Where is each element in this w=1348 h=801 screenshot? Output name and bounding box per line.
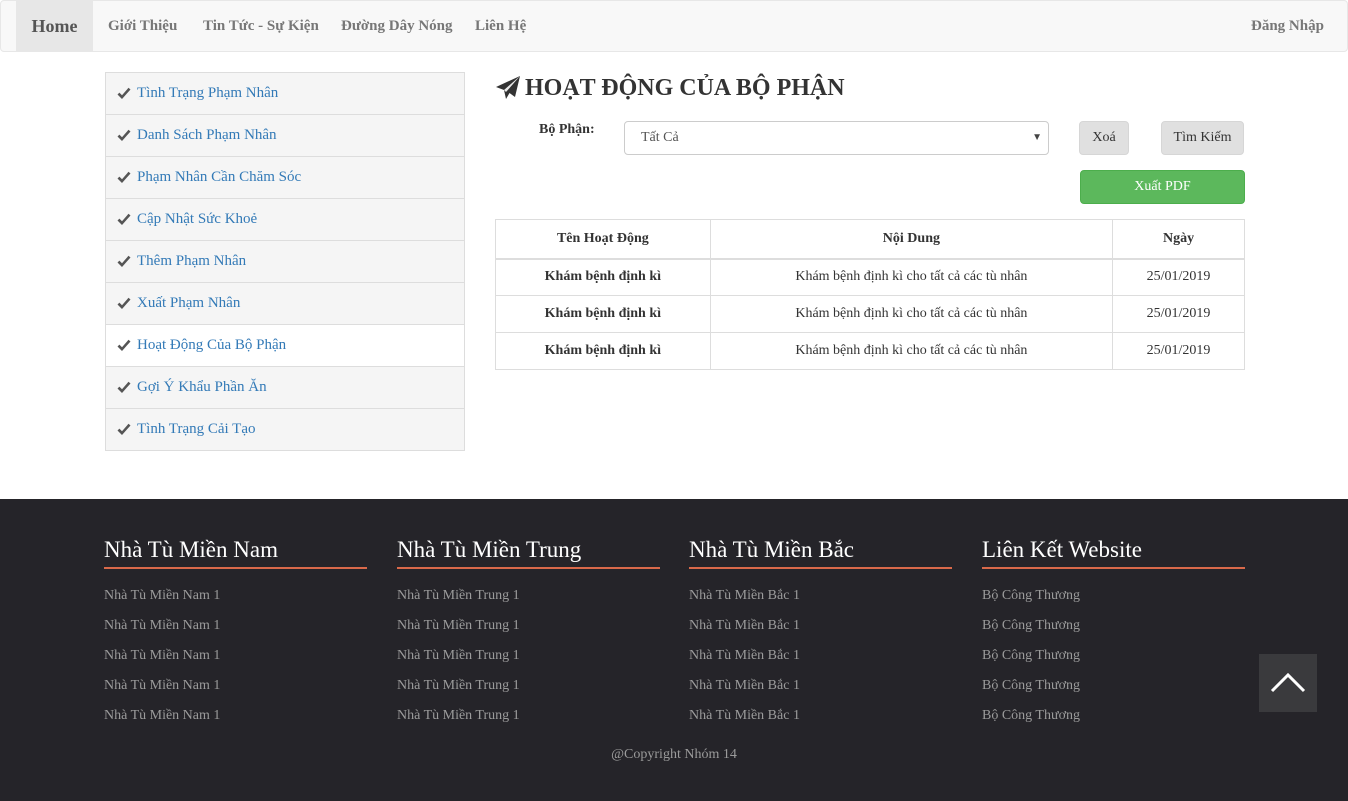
sidebar-item-xuat-pham-nhan[interactable]: Xuất Phạm Nhân: [105, 282, 465, 325]
footer-link[interactable]: Bộ Công Thương: [982, 611, 1245, 641]
sidebar-item-label: Danh Sách Phạm Nhân: [137, 127, 277, 143]
table-row: Khám bệnh định kì Khám bệnh định kì cho …: [495, 332, 1245, 370]
sidebar-item-label: Tình Trạng Phạm Nhân: [137, 85, 279, 101]
top-navbar: Home Giới Thiệu Tin Tức - Sự Kiện Đường …: [0, 0, 1348, 52]
footer-link[interactable]: Bộ Công Thương: [982, 701, 1245, 731]
footer-link[interactable]: Nhà Tù Miền Bắc 1: [689, 611, 952, 641]
footer-column-central: Nhà Tù Miền Trung Nhà Tù Miền Trung 1 Nh…: [397, 537, 660, 731]
check-icon: [117, 381, 131, 393]
nav-item-duong-day-nong[interactable]: Đường Dây Nóng: [341, 1, 453, 51]
footer-link[interactable]: Bộ Công Thương: [982, 671, 1245, 701]
footer-link[interactable]: Nhà Tù Miền Bắc 1: [689, 581, 952, 611]
activity-date-cell: 25/01/2019: [1112, 295, 1245, 333]
sidebar-item-tinh-trang-cai-tao[interactable]: Tình Trạng Cải Tạo: [105, 408, 465, 451]
copyright-text: @Copyright Nhóm 14: [611, 747, 737, 762]
footer-link[interactable]: Nhà Tù Miền Nam 1: [104, 611, 367, 641]
activity-name-cell: Khám bệnh định kì: [495, 295, 711, 333]
export-pdf-button[interactable]: Xuất PDF: [1080, 170, 1245, 204]
activity-content-cell: Khám bệnh định kì cho tất cả các tù nhân: [709, 332, 1114, 370]
sidebar-item-tinh-trang-pham-nhan[interactable]: Tình Trạng Phạm Nhân: [105, 72, 465, 115]
footer-column-south: Nhà Tù Miền Nam Nhà Tù Miền Nam 1 Nhà Tù…: [104, 537, 367, 731]
sidebar-item-label: Xuất Phạm Nhân: [137, 295, 241, 311]
check-icon: [117, 339, 131, 351]
footer-link[interactable]: Nhà Tù Miền Trung 1: [397, 581, 660, 611]
activity-content-cell: Khám bệnh định kì cho tất cả các tù nhân: [709, 258, 1114, 296]
footer-link[interactable]: Nhà Tù Miền Trung 1: [397, 611, 660, 641]
nav-item-lien-he[interactable]: Liên Hệ: [475, 1, 526, 51]
footer-heading: Nhà Tù Miền Trung: [397, 537, 660, 569]
chevron-up-icon: [1270, 672, 1306, 693]
sidebar-item-label: Thêm Phạm Nhân: [137, 253, 247, 269]
delete-button[interactable]: Xoá: [1079, 121, 1129, 155]
footer-link[interactable]: Nhà Tù Miền Trung 1: [397, 641, 660, 671]
caret-down-icon: ▼: [1032, 132, 1042, 143]
nav-item-tin-tuc[interactable]: Tin Tức - Sự Kiện: [203, 1, 319, 51]
sidebar-item-hoat-dong-bo-phan[interactable]: Hoạt Động Của Bộ Phận: [105, 324, 465, 367]
search-button[interactable]: Tìm Kiếm: [1161, 121, 1244, 155]
department-select-value: Tất Cả: [641, 130, 679, 145]
sidebar-item-label: Gợi Ý Khẩu Phần Ăn: [137, 379, 267, 395]
check-icon: [117, 213, 131, 225]
footer-link[interactable]: Nhà Tù Miền Trung 1: [397, 671, 660, 701]
scroll-to-top-button[interactable]: [1259, 654, 1317, 712]
department-label: Bộ Phận:: [539, 122, 595, 137]
footer-link[interactable]: Bộ Công Thương: [982, 581, 1245, 611]
footer-link[interactable]: Nhà Tù Miền Bắc 1: [689, 641, 952, 671]
table-header-row: Tên Hoạt Động Nội Dung Ngày: [495, 219, 1245, 260]
column-header-date: Ngày: [1112, 219, 1245, 260]
column-header-activity-name: Tên Hoạt Động: [495, 219, 711, 260]
login-link[interactable]: Đăng Nhập: [1251, 1, 1324, 51]
sidebar-menu: Tình Trạng Phạm Nhân Danh Sách Phạm Nhân…: [105, 72, 465, 451]
page-title-text: HOẠT ĐỘNG CỦA BỘ PHẬN: [525, 74, 845, 101]
footer-heading: Nhà Tù Miền Nam: [104, 537, 367, 569]
check-icon: [117, 297, 131, 309]
footer-link[interactable]: Nhà Tù Miền Nam 1: [104, 701, 367, 731]
table-row: Khám bệnh định kì Khám bệnh định kì cho …: [495, 258, 1245, 296]
sidebar-item-label: Phạm Nhân Cần Chăm Sóc: [137, 169, 302, 185]
column-header-content: Nội Dung: [709, 219, 1114, 260]
check-icon: [117, 171, 131, 183]
footer-link[interactable]: Nhà Tù Miền Bắc 1: [689, 671, 952, 701]
footer-link[interactable]: Nhà Tù Miền Trung 1: [397, 701, 660, 731]
footer-link[interactable]: Nhà Tù Miền Bắc 1: [689, 701, 952, 731]
department-select[interactable]: Tất Cả ▼: [624, 121, 1049, 155]
paper-plane-icon: [496, 76, 520, 99]
footer-heading: Liên Kết Website: [982, 537, 1245, 569]
activity-content-cell: Khám bệnh định kì cho tất cả các tù nhân: [709, 295, 1114, 333]
footer-heading: Nhà Tù Miền Bắc: [689, 537, 952, 569]
sidebar-item-label: Cập Nhật Sức Khoẻ: [137, 211, 258, 227]
sidebar-item-them-pham-nhan[interactable]: Thêm Phạm Nhân: [105, 240, 465, 283]
activity-table: Tên Hoạt Động Nội Dung Ngày Khám bệnh đị…: [495, 219, 1245, 370]
check-icon: [117, 255, 131, 267]
page-title: HOẠT ĐỘNG CỦA BỘ PHẬN: [495, 73, 845, 103]
sidebar-item-cap-nhat-suc-khoe[interactable]: Cập Nhật Sức Khoẻ: [105, 198, 465, 241]
footer: Nhà Tù Miền Nam Nhà Tù Miền Nam 1 Nhà Tù…: [0, 499, 1348, 801]
activity-date-cell: 25/01/2019: [1112, 258, 1245, 296]
sidebar-item-goi-y-khau-phan-an[interactable]: Gợi Ý Khẩu Phần Ăn: [105, 366, 465, 409]
activity-date-cell: 25/01/2019: [1112, 332, 1245, 370]
sidebar-item-pham-nhan-can-cham-soc[interactable]: Phạm Nhân Cần Chăm Sóc: [105, 156, 465, 199]
table-row: Khám bệnh định kì Khám bệnh định kì cho …: [495, 295, 1245, 333]
activity-name-cell: Khám bệnh định kì: [495, 332, 711, 370]
footer-column-north: Nhà Tù Miền Bắc Nhà Tù Miền Bắc 1 Nhà Tù…: [689, 537, 952, 731]
nav-item-gioi-thieu[interactable]: Giới Thiệu: [108, 1, 177, 51]
activity-name-cell: Khám bệnh định kì: [495, 258, 711, 296]
check-icon: [117, 129, 131, 141]
footer-link[interactable]: Nhà Tù Miền Nam 1: [104, 581, 367, 611]
sidebar-item-label: Hoạt Động Của Bộ Phận: [137, 337, 287, 353]
nav-home-link[interactable]: Home: [16, 1, 93, 51]
sidebar-item-label: Tình Trạng Cải Tạo: [137, 421, 256, 437]
footer-column-website-links: Liên Kết Website Bộ Công Thương Bộ Công …: [982, 537, 1245, 731]
footer-link[interactable]: Bộ Công Thương: [982, 641, 1245, 671]
sidebar-item-danh-sach-pham-nhan[interactable]: Danh Sách Phạm Nhân: [105, 114, 465, 157]
footer-link[interactable]: Nhà Tù Miền Nam 1: [104, 641, 367, 671]
footer-link[interactable]: Nhà Tù Miền Nam 1: [104, 671, 367, 701]
check-icon: [117, 87, 131, 99]
check-icon: [117, 423, 131, 435]
